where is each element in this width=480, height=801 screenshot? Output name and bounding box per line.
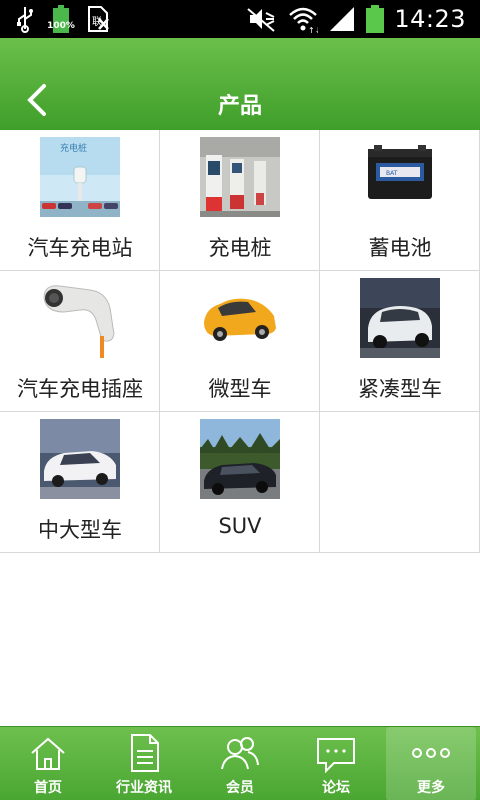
tab-label: 会员 — [226, 780, 254, 796]
product-label: 微型车 — [208, 377, 272, 401]
tab-label: 行业资讯 — [116, 780, 172, 796]
tab-label: 论坛 — [322, 780, 350, 796]
signal-icon — [330, 7, 355, 31]
compact-car-photo — [360, 278, 440, 358]
tab-forum[interactable]: 论坛 — [288, 727, 384, 801]
svg-text:充电桩: 充电桩 — [60, 142, 87, 154]
grid-row: 充电桩 汽车充电站 充电桩 BAT 蓄电池 — [0, 130, 480, 271]
product-tile-charging-station[interactable]: 充电桩 汽车充电站 — [0, 130, 160, 270]
battery-percent: 100% — [47, 21, 75, 31]
sim-blocked-icon: 联 — [88, 6, 109, 32]
product-tile-suv[interactable]: SUV — [160, 412, 320, 552]
product-tile-compact-car[interactable]: 紧凑型车 — [320, 271, 480, 411]
battery-small-icon: 100% — [47, 5, 75, 33]
grid-row: 中大型车 SUV — [0, 412, 480, 553]
status-time: 14:23 — [394, 5, 466, 33]
charging-pile-photo — [200, 137, 280, 217]
app-header: 产品 — [0, 38, 480, 130]
mute-icon — [247, 8, 275, 32]
wifi-icon: ↑↓ — [289, 7, 318, 33]
product-tile-charging-pile[interactable]: 充电桩 — [160, 130, 320, 270]
chat-icon — [317, 738, 355, 773]
tab-label: 首页 — [34, 780, 62, 796]
tab-members[interactable]: 会员 — [192, 727, 288, 801]
product-tile-large-car[interactable]: 中大型车 — [0, 412, 160, 552]
mini-car-photo — [200, 278, 280, 358]
product-label: 充电桩 — [208, 236, 272, 260]
status-right-icons: ↑↓ 14:23 — [246, 4, 466, 34]
charging-station-photo: 充电桩 — [40, 137, 120, 217]
empty-tile — [320, 412, 480, 552]
product-label: 汽车充电插座 — [17, 377, 143, 401]
product-label: SUV — [218, 514, 262, 538]
svg-text:BAT: BAT — [386, 170, 398, 177]
car-battery-photo: BAT — [360, 137, 440, 217]
users-icon — [221, 737, 259, 770]
product-label: 紧凑型车 — [358, 377, 442, 401]
tab-industry-news[interactable]: 行业资讯 — [96, 727, 192, 801]
tab-home[interactable]: 首页 — [0, 727, 96, 801]
product-tile-mini-car[interactable]: 微型车 — [160, 271, 320, 411]
page-title: 产品 — [217, 94, 262, 119]
svg-text:↑↓: ↑↓ — [308, 26, 318, 33]
usb-icon — [17, 7, 33, 33]
product-label: 中大型车 — [38, 518, 122, 542]
document-icon — [131, 734, 159, 772]
grid-row: 汽车充电插座 微型车 紧凑型车 — [0, 271, 480, 412]
large-car-photo — [40, 419, 120, 499]
product-grid: 充电桩 汽车充电站 充电桩 BAT 蓄电池 汽车充电插座 微型车 紧凑型车 中大… — [0, 130, 480, 553]
product-tile-battery[interactable]: BAT 蓄电池 — [320, 130, 480, 270]
tab-label: 更多 — [417, 780, 445, 796]
product-label: 蓄电池 — [368, 236, 432, 260]
bottom-tab-bar: 首页 行业资讯 会员 论坛 更多 — [0, 726, 480, 801]
home-icon — [31, 737, 65, 770]
more-icon — [412, 748, 450, 758]
status-left-icons: 100% 联 — [14, 4, 110, 34]
status-bar: 100% 联 ↑↓ 14:23 — [0, 0, 480, 38]
battery-icon — [366, 5, 385, 33]
suv-photo — [200, 419, 280, 499]
tab-more[interactable]: 更多 — [386, 727, 476, 801]
product-tile-charging-plug[interactable]: 汽车充电插座 — [0, 271, 160, 411]
product-label: 汽车充电站 — [27, 236, 133, 260]
charging-plug-photo — [40, 278, 120, 358]
